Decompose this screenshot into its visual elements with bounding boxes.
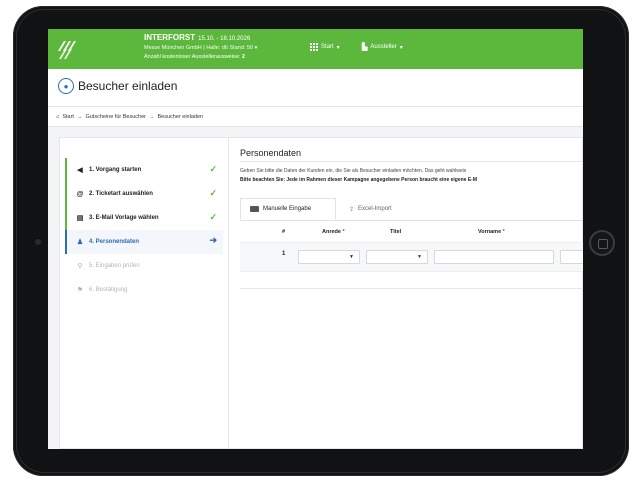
nav-aussteller-label: Aussteller [370,44,397,50]
anrede-select[interactable]: ▼ [298,250,360,264]
grid-icon [310,43,318,51]
quota-line: Anzahl kostenloser Ausstellerausweise: 2 [144,54,245,60]
caret-down-icon: ▼ [349,254,354,260]
step-list: ◀ 1. Vorgang starten ✓ @ 2. Ticketart au… [65,158,223,302]
tab-label: Excel-Import [358,206,392,212]
titel-select[interactable]: ▼ [366,250,428,264]
breadcrumb-start[interactable]: Start [62,114,74,120]
megaphone-icon: ◀ [77,167,83,174]
divider [240,288,583,289]
fair-title: INTERFORST 15.10. - 18.10.2026 [144,33,250,42]
upload-icon: ⇪ [349,206,355,213]
table-row: 1 ▼ ▼ [240,242,583,272]
section-notice: Bitte beachten Sie: Jede im Rahmen diese… [240,177,478,183]
company-line[interactable]: Messe München GmbH | Halle: d6 Stand: 50… [144,45,257,51]
step-email-vorlage[interactable]: ▤ 3. E-Mail Vorlage wählen ✓ [65,206,223,230]
fair-name: INTERFORST [144,33,196,42]
fair-dates: 15.10. - 18.10.2026 [198,36,251,42]
table-header: # Anrede * Titel Vorname * [240,226,583,240]
chevron-down-icon: ▾ [399,44,403,51]
nav-aussteller-menu[interactable]: ▙ Aussteller ▾ [362,43,403,51]
step-label: 4. Personendaten [89,239,140,245]
tab-excel-import[interactable]: ⇪ Excel-Import [340,198,401,220]
camera-icon [35,239,41,245]
section-title: Personendaten [240,148,302,158]
exhibitor-icon: ▙ [362,44,368,51]
step-label: 2. Ticketart auswählen [89,191,153,197]
tab-label: Manuelle Eingabe [263,206,312,212]
wizard-steps: ◀ 1. Vorgang starten ✓ @ 2. Ticketart au… [60,138,229,448]
col-vorname: Vorname * [478,229,505,235]
check-icon: ✓ [209,164,217,174]
nav-start-label: Start [321,44,334,50]
chevron-down-icon: ▾ [254,45,258,51]
step-eingaben-pruefen: ⚲ 5. Eingaben prüfen [65,254,223,278]
check-icon: ✓ [209,188,217,198]
breadcrumb-gutscheine[interactable]: Gutscheine für Besucher [85,114,146,120]
person-icon: ♟ [76,239,84,246]
personendaten-panel: Personendaten Geben Sie bitte die Daten … [230,138,583,448]
breadcrumb-current: Besucher einladen [157,113,204,120]
wizard-card: ◀ 1. Vorgang starten ✓ @ 2. Ticketart au… [59,137,583,449]
required-marker: * [342,229,345,235]
vorname-input[interactable] [434,250,554,264]
step-label: 6. Bestätigung [89,287,128,293]
step-ticketart[interactable]: @ 2. Ticketart auswählen ✓ [65,182,223,206]
col-anrede: Anrede * [322,229,345,235]
invite-visitor-icon: ● [58,78,74,94]
breadcrumb-separator: → [149,113,155,120]
row-number: 1 [282,251,286,257]
top-navigation-bar: INTERFORST 15.10. - 18.10.2026 Messe Münc… [48,29,583,69]
home-button[interactable] [589,230,615,256]
home-square-icon [598,239,608,249]
col-titel: Titel [390,229,402,235]
breadcrumb-separator: → [76,113,83,120]
app-screen: INTERFORST 15.10. - 18.10.2026 Messe Münc… [48,29,583,449]
arrow-right-icon: ➜ [209,235,217,245]
caret-down-icon: ▼ [417,254,422,260]
step-label: 5. Eingaben prüfen [89,263,140,269]
divider [240,161,583,162]
required-marker: * [502,229,505,235]
keyboard-icon [250,206,259,212]
nachname-input[interactable] [560,250,583,264]
step-label: 3. E-Mail Vorlage wählen [89,215,159,221]
at-icon: @ [76,190,84,198]
section-description: Geben Sie bitte die Daten der Kunden ein… [240,168,467,174]
quota-label: Anzahl kostenloser Ausstellerausweise: [144,54,241,60]
check-icon: ✓ [209,212,217,222]
flag-icon: ⚑ [76,287,84,294]
col-num: # [282,229,286,235]
nav-start-menu[interactable]: Start ▾ [310,43,340,51]
step-label: 1. Vorgang starten [89,167,142,173]
page-header: ● Besucher einladen [48,69,583,107]
home-icon: ⌂ [56,113,60,120]
chevron-down-icon: ▾ [336,44,340,51]
company-text: Messe München GmbH | Halle: d6 Stand: 50 [144,45,254,51]
template-icon: ▤ [76,215,84,222]
col-vorname-label: Vorname [478,229,502,235]
magnifier-icon: ⚲ [77,263,83,270]
input-mode-tabs: Manuelle Eingabe ⇪ Excel-Import [240,198,583,221]
page-title: Besucher einladen [78,79,178,93]
step-personendaten[interactable]: ♟ 4. Personendaten ➜ [65,230,223,254]
step-vorgang-starten[interactable]: ◀ 1. Vorgang starten ✓ [65,158,223,182]
quota-value: 2 [241,54,245,60]
step-bestaetigung: ⚑ 6. Bestätigung [65,278,223,302]
fair-logo-icon [58,41,76,59]
col-anrede-label: Anrede [322,229,341,235]
tab-manuelle-eingabe[interactable]: Manuelle Eingabe [240,198,336,220]
breadcrumb: ⌂ Start → Gutscheine für Besucher → Besu… [48,107,583,127]
